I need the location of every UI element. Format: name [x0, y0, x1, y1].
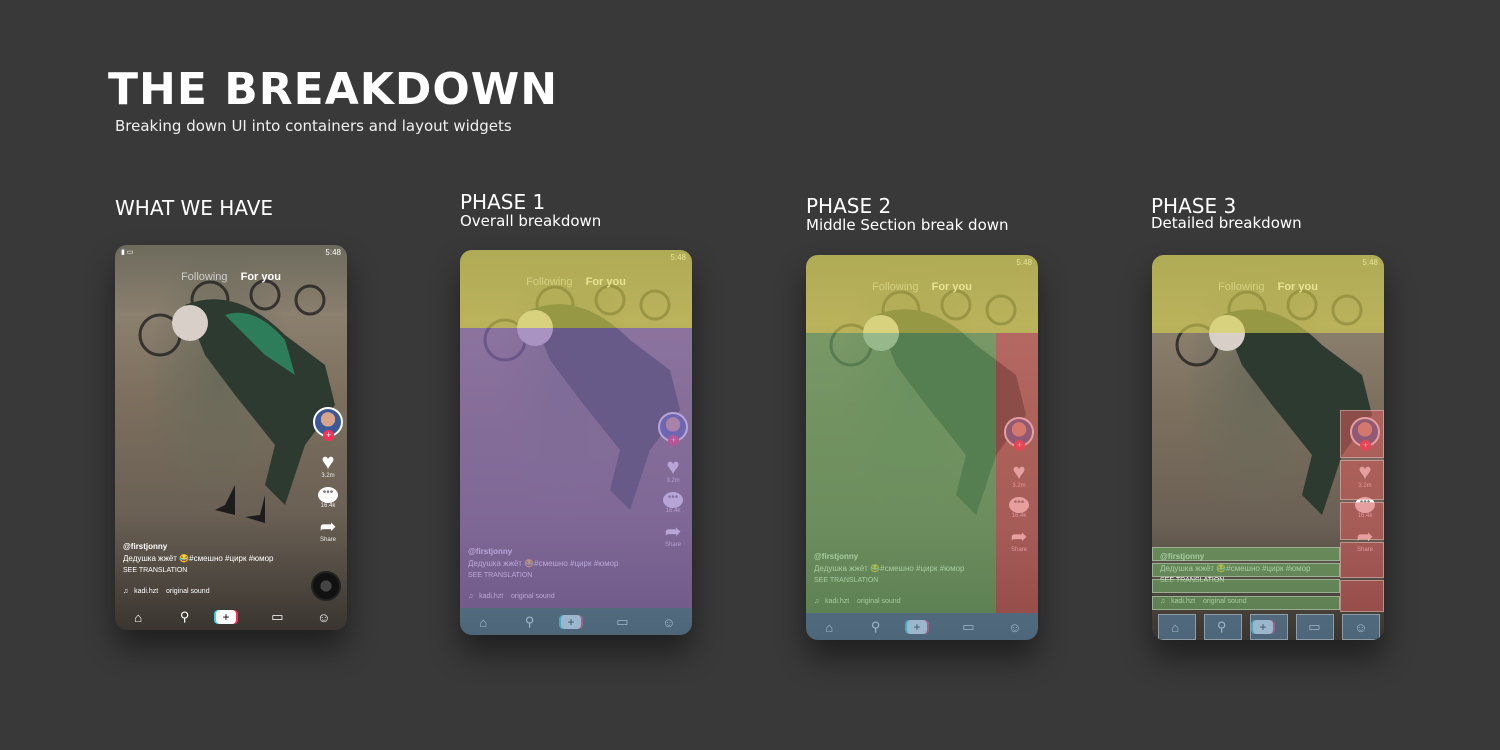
overlay-nav-home [1158, 614, 1196, 640]
profile-icon[interactable]: ☺ [309, 610, 339, 625]
page-subtitle: Breaking down UI into containers and lay… [115, 117, 512, 135]
overlay-caption-row [1152, 563, 1340, 577]
follow-plus-icon[interactable]: + [323, 430, 334, 441]
plus-icon[interactable]: + [215, 610, 246, 624]
status-time: 5:48 [325, 248, 341, 257]
inbox-icon[interactable]: ▭ [262, 609, 292, 625]
overlay-username-row [1152, 547, 1340, 561]
feed-tabs: Following For you [115, 271, 347, 283]
tab-for-you[interactable]: For you [241, 271, 281, 283]
creator-avatar[interactable]: + [313, 407, 343, 441]
caption-block: @firstjonny Дедушка жжёт 😂#смешно #цирк … [123, 541, 273, 577]
music-label: original sound [166, 588, 210, 595]
overlay-nav-search [1204, 614, 1242, 640]
see-translation-link[interactable]: SEE TRANSLATION [123, 565, 273, 577]
overlay-avatar-box [1340, 410, 1384, 458]
overlay-like-box [1340, 460, 1384, 500]
home-icon[interactable]: ⌂ [123, 610, 153, 625]
overlay-share-box [1340, 542, 1384, 578]
overlay-bottom-nav [460, 608, 692, 635]
music-disc-icon[interactable] [311, 571, 341, 601]
phone-original: ▮ ▭ 5:48 Following For you + ♥ 3.2m ••• … [115, 245, 347, 630]
bottom-nav: ⌂ ⚲ + ▭ ☺ [115, 604, 347, 630]
status-bar: ▮ ▭ 5:48 [115, 245, 347, 259]
overlay-music-row [1152, 596, 1340, 610]
page-title: THE BREAKDOWN [108, 64, 559, 115]
overlay-top-section [460, 250, 692, 328]
phone-phase-1: 5:48 Following For you + ♥ 3.2m ••• 16.4… [460, 250, 692, 635]
column-heading-what-we-have: WHAT WE HAVE [115, 196, 274, 220]
overlay-middle-section [460, 328, 692, 608]
column-sub-phase-3: Detailed breakdown [1151, 214, 1302, 232]
tab-following[interactable]: Following [181, 271, 227, 283]
overlay-top-section [806, 255, 1038, 333]
overlay-content-left [806, 333, 996, 613]
overlay-comment-box [1340, 502, 1384, 540]
phone-phase-2: 5:48 Following For you + ♥ 3.2m ••• 16.4… [806, 255, 1038, 640]
phone-phase-3: 5:48 Following For you + ♥ 3.2m ••• 16.4… [1152, 255, 1384, 640]
search-icon[interactable]: ⚲ [170, 609, 200, 625]
column-sub-phase-1: Overall breakdown [460, 212, 602, 230]
caption-text: Дедушка жжёт 😂#смешно #цирк #юмор [123, 554, 274, 563]
overlay-disc-box [1340, 580, 1384, 612]
overlay-bottom-nav [806, 613, 1038, 640]
overlay-action-rail [996, 333, 1038, 613]
column-heading-phase-2: PHASE 2 [806, 194, 892, 218]
music-row[interactable]: ♫ kadi.hzt original sound [123, 588, 210, 595]
column-heading-phase-1: PHASE 1 [460, 190, 546, 214]
music-note-icon: ♫ [123, 588, 129, 595]
share-label: Share [319, 537, 336, 543]
overlay-nav-profile [1342, 614, 1380, 640]
overlay-nav-inbox [1296, 614, 1334, 640]
music-user: kadi.hzt [134, 588, 159, 595]
overlay-translation-row [1152, 579, 1340, 593]
overlay-top-section [1152, 255, 1384, 333]
status-icons: ▮ ▭ [121, 249, 134, 256]
username[interactable]: @firstjonny [123, 541, 273, 553]
heart-icon[interactable]: ♥ [313, 451, 343, 473]
comment-icon[interactable]: ••• [318, 487, 338, 503]
column-sub-phase-2: Middle Section break down [806, 216, 1009, 234]
overlay-nav-plus [1250, 614, 1288, 640]
share-icon[interactable]: ➦ [313, 517, 343, 537]
action-rail: + ♥ 3.2m ••• 16.4k ➦ Share [313, 407, 343, 543]
